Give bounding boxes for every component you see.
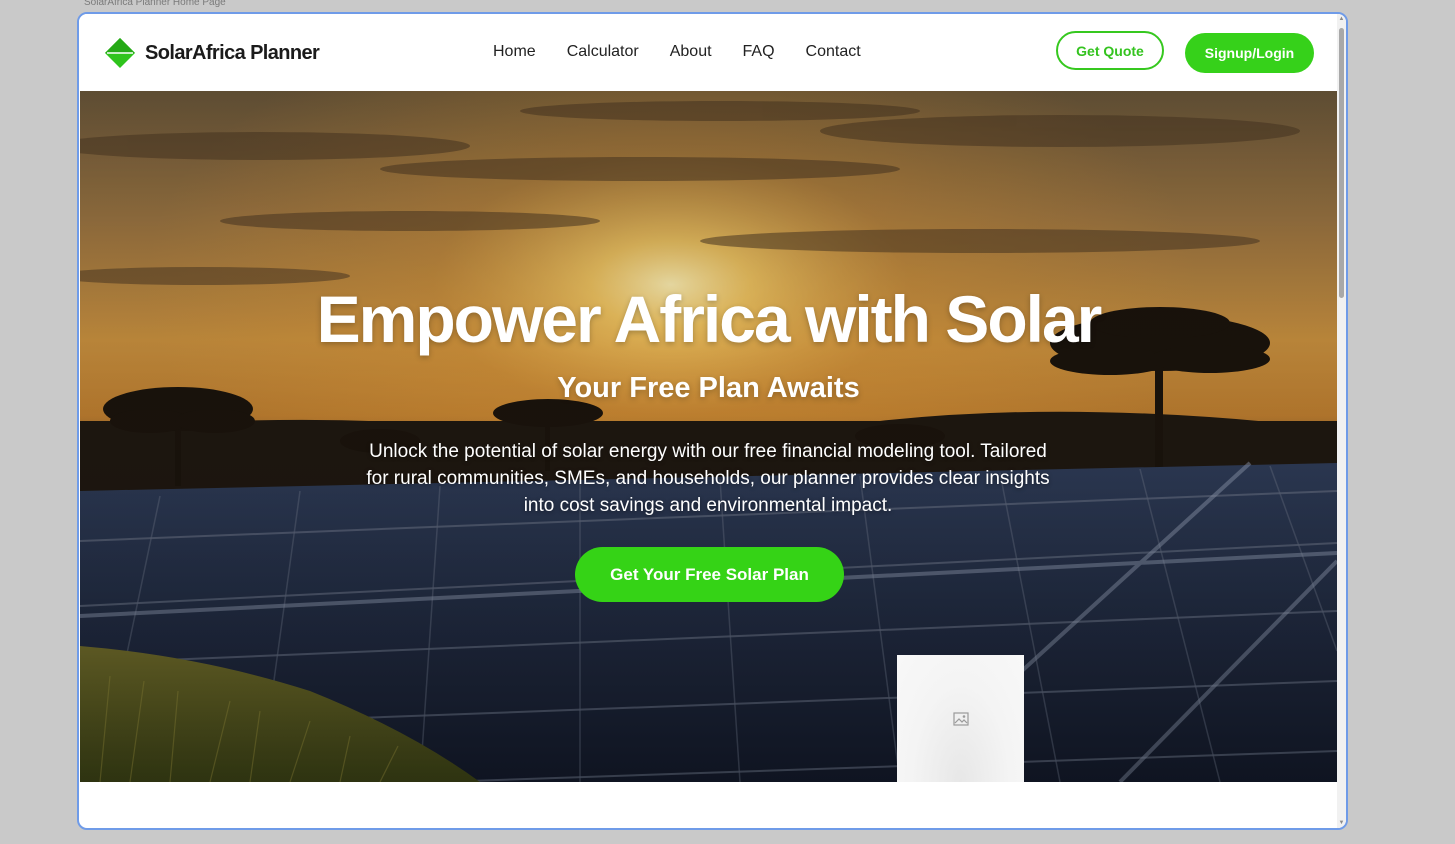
scrollbar-thumb[interactable] <box>1339 28 1344 298</box>
broken-image-icon <box>952 711 969 726</box>
nav-link-about[interactable]: About <box>670 43 712 61</box>
nav-link-contact[interactable]: Contact <box>806 43 861 61</box>
navbar: SolarAfrica Planner Home Calculator Abou… <box>79 14 1337 91</box>
signup-login-button[interactable]: Signup/Login <box>1185 33 1314 73</box>
hero-subtitle: Your Free Plan Awaits <box>557 372 860 404</box>
window-caption: SolarAfrica Planner Home Page <box>84 0 226 8</box>
scroll-down-arrow-icon[interactable]: ▼ <box>1337 818 1346 828</box>
brand-name: SolarAfrica Planner <box>145 41 320 64</box>
get-quote-button[interactable]: Get Quote <box>1056 31 1164 70</box>
nav-link-faq[interactable]: FAQ <box>743 43 775 61</box>
main-nav: Home Calculator About FAQ Contact <box>493 43 861 61</box>
hero-description: Unlock the potential of solar energy wit… <box>366 441 1050 516</box>
nav-link-home[interactable]: Home <box>493 43 536 61</box>
browser-frame: SolarAfrica Planner Home Calculator Abou… <box>77 12 1348 830</box>
nav-link-calculator[interactable]: Calculator <box>567 43 639 61</box>
hero-content: Empower Africa with Solar Your Free Plan… <box>80 91 1337 782</box>
image-placeholder <box>897 655 1024 782</box>
hero-section: Empower Africa with Solar Your Free Plan… <box>80 91 1337 782</box>
diamond-logo-icon <box>105 38 135 68</box>
scroll-up-arrow-icon[interactable]: ▲ <box>1337 14 1346 24</box>
brand-logo[interactable]: SolarAfrica Planner <box>105 38 320 68</box>
get-free-solar-plan-button[interactable]: Get Your Free Solar Plan <box>575 547 844 602</box>
vertical-scrollbar[interactable]: ▲ ▼ <box>1337 14 1346 828</box>
hero-title: Empower Africa with Solar <box>316 282 1103 356</box>
